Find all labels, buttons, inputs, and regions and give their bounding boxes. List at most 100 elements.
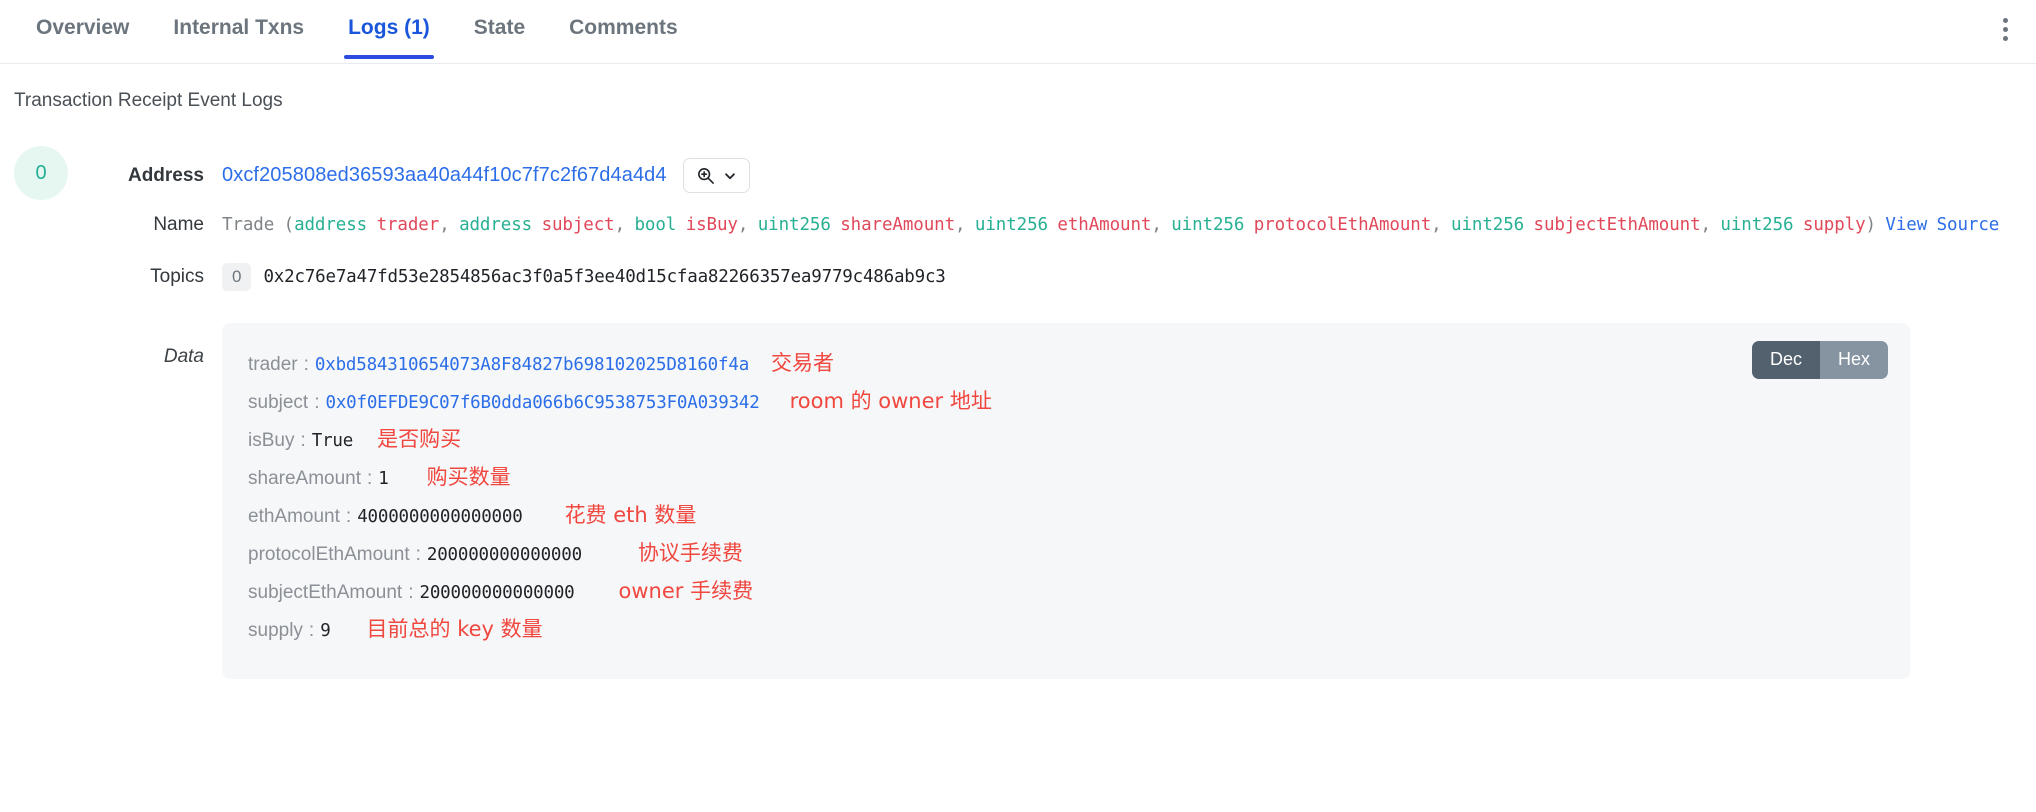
data-field: protocolEthAmount:200000000000000 协议手续费 [248,537,1884,575]
topic-value: 0x2c76e7a47fd53e2854856ac3f0a5f3ee40d15c… [263,267,946,287]
event-name: Trade [222,214,284,235]
data-field-key: shareAmount [248,468,362,489]
data-field-key: ethAmount [248,506,340,527]
data-field: supply:9 目前总的 key 数量 [248,613,1884,651]
view-source-link[interactable]: View Source [1885,215,1999,235]
data-field-value: 200000000000000 [426,545,582,565]
annotation-note: 交易者 [771,351,835,375]
search-plus-icon [696,166,715,185]
kebab-dot [2002,26,2008,32]
data-field-separator: : [408,582,414,603]
data-field: shareAmount:1 购买数量 [248,461,1884,499]
kebab-vertical-icon[interactable] [1988,9,2022,49]
annotation-note: owner 手续费 [618,579,754,603]
annotation-note: 花费 eth 数量 [564,503,697,527]
comma: , [1700,214,1721,235]
param-type: bool [634,214,686,235]
tab-state[interactable]: State [452,0,547,58]
comma: , [1431,214,1452,235]
data-field-key: isBuy [248,430,295,451]
data-field: subjectEthAmount:200000000000000 owner 手续… [248,575,1884,613]
data-field-separator: : [308,620,315,641]
annotation-note: 是否购买 [377,427,462,451]
topic-item: 0 0x2c76e7a47fd53e2854856ac3f0a5f3ee40d15… [222,263,2036,291]
param-name: supply [1802,214,1866,235]
param-name: shareAmount [840,214,956,235]
param-name: ethAmount [1057,214,1152,235]
annotation-note: 协议手续费 [637,541,743,565]
param-type: uint256 [1720,214,1803,235]
comma: , [439,214,460,235]
data-field: trader:0xbd584310654073A8F84827b69810202… [248,347,1884,385]
paren-close: ) [1865,214,1886,235]
event-signature: Trade (address trader, address subject, … [222,212,2036,239]
dec-hex-toggle: Dec Hex [1751,341,1888,379]
kebab-dot [2002,35,2008,41]
tab-comments[interactable]: Comments [547,0,700,58]
data-field-key: subject [248,392,309,413]
data-field-key: trader [248,354,298,375]
data-field: ethAmount:4000000000000000 花费 eth 数量 [248,499,1884,537]
topics-row: Topics 0 0x2c76e7a47fd53e2854856ac3f0a5f3… [120,263,2036,291]
comma: , [737,214,758,235]
page-title: Transaction Receipt Event Logs [14,90,283,111]
annotation-note: 购买数量 [426,465,511,489]
param-name: trader [376,214,440,235]
annotation-note: 目前总的 key 数量 [366,617,543,641]
data-field-value-link[interactable]: 0xbd584310654073A8F84827b698102025D8160f… [315,355,749,375]
name-label: Name [153,214,204,235]
param-name: isBuy [685,214,738,235]
param-type: uint256 [974,214,1058,235]
param-type: uint256 [1451,214,1534,235]
data-field-value: 9 [320,621,331,641]
param-type: uint256 [757,214,841,235]
tab-bar: Overview Internal Txns Logs (1) State Commen… [0,0,2036,64]
comma: , [955,214,975,235]
address-label: Address [127,164,204,186]
comma: , [614,214,635,235]
data-field-separator: : [303,354,309,375]
address-lookup-button[interactable] [682,158,750,193]
data-field-value: 1 [378,469,389,489]
param-name: subject [541,214,615,235]
data-field-value-link[interactable]: 0x0f0EFDE9C07f6B0dda066b6C9538753F0A0393… [325,393,759,413]
data-panel: trader:0xbd584310654073A8F84827b69810202… [222,323,1910,679]
log-entry: 0 Address 0xcf205808ed36593aa40a44f10c7f… [0,144,2036,679]
param-name: subjectEthAmount [1533,214,1701,235]
data-field-key: subjectEthAmount [248,582,403,603]
topics-label: Topics [150,266,204,287]
dec-toggle-button[interactable]: Dec [1751,341,1820,379]
log-index-badge: 0 [14,146,68,200]
param-type: address [459,214,542,235]
data-field-value: 4000000000000000 [357,507,523,527]
data-field: isBuy: True 是否购买 [248,423,1884,461]
tab-overview[interactable]: Overview [14,0,151,58]
data-field-value: 200000000000000 [419,583,575,603]
tab-internal-txns[interactable]: Internal Txns [151,0,326,58]
paren-open: ( [283,214,295,235]
data-field: subject:0x0f0EFDE9C07f6B0dda066b6C953875… [248,385,1884,423]
data-field-separator: : [345,506,352,527]
kebab-dot [2002,17,2008,23]
comma: , [1151,214,1172,235]
param-type: address [294,214,377,235]
data-field-separator: : [415,544,421,565]
address-row: Address 0xcf205808ed36593aa40a44f10c7f7c… [120,144,2036,193]
hex-toggle-button[interactable]: Hex [1819,341,1888,379]
param-type: uint256 [1171,214,1254,235]
data-label: Data [163,346,204,367]
annotation-note: room 的 owner 地址 [789,389,992,413]
data-field-key: protocolEthAmount [248,544,410,565]
topic-index: 0 [222,263,252,291]
data-field-value: True [311,431,354,451]
param-name: protocolEthAmount [1253,214,1432,235]
data-row: Data trader:0xbd584310654073A8F84827b698… [120,323,2036,679]
data-field-separator: : [300,430,306,451]
data-field-separator: : [367,468,373,489]
name-row: Name Trade (address trader, address subj… [120,211,2036,239]
tab-logs-1[interactable]: Logs (1) [326,0,452,59]
data-field-key: supply [248,620,303,641]
data-field-separator: : [314,392,320,413]
address-link[interactable]: 0xcf205808ed36593aa40a44f10c7f7c2f67d4a4… [222,164,667,187]
chevron-down-icon [723,169,737,183]
